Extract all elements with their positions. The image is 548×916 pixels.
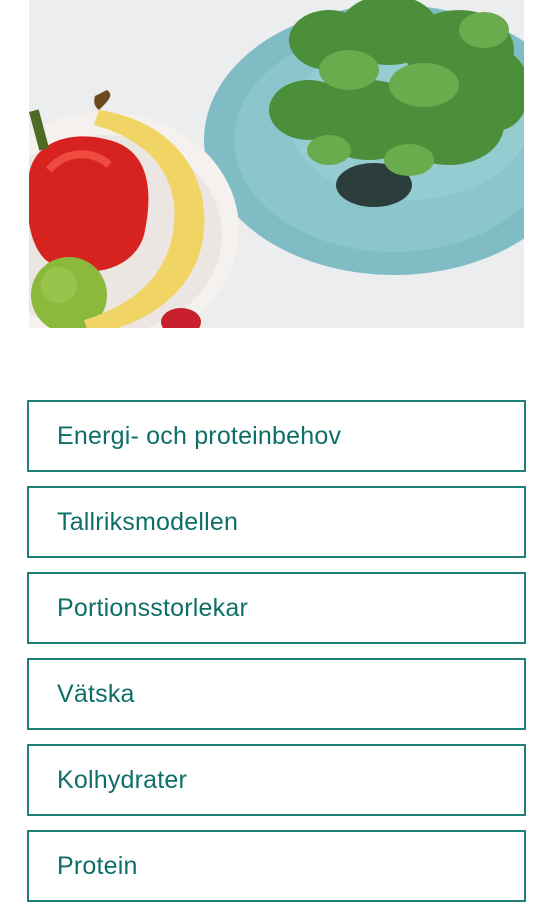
menu-item-label: Energi- och proteinbehov (57, 421, 342, 450)
menu-item-kolhydrater[interactable]: Kolhydrater (27, 744, 526, 816)
menu-item-vatska[interactable]: Vätska (27, 658, 526, 730)
menu-item-label: Vätska (57, 679, 135, 708)
menu-item-label: Kolhydrater (57, 765, 188, 794)
menu-item-energi-och-proteinbehov[interactable]: Energi- och proteinbehov (27, 400, 526, 472)
menu-item-protein[interactable]: Protein (27, 830, 526, 902)
menu-item-portionsstorlekar[interactable]: Portionsstorlekar (27, 572, 526, 644)
menu-item-label: Portionsstorlekar (57, 593, 248, 622)
menu-item-tallriksmodellen[interactable]: Tallriksmodellen (27, 486, 526, 558)
topic-menu: Energi- och proteinbehov Tallriksmodelle… (27, 400, 526, 916)
hero-food-image (29, 0, 524, 328)
menu-item-label: Protein (57, 851, 138, 880)
menu-item-label: Tallriksmodellen (57, 507, 239, 536)
